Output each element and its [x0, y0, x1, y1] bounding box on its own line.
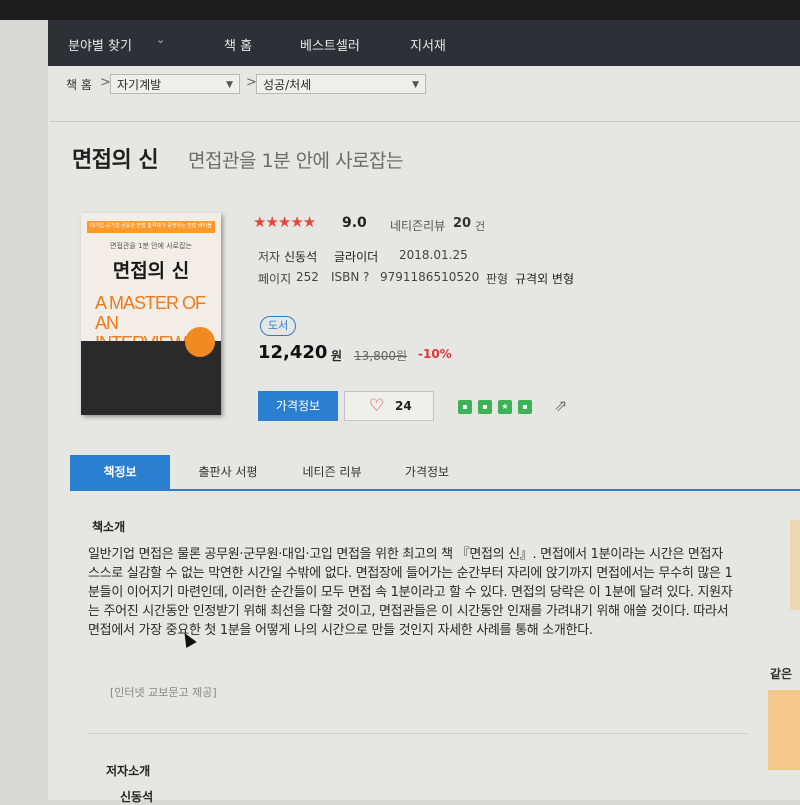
format-label: 판형 [486, 272, 509, 286]
share-bookmark-icon[interactable]: ★ [498, 400, 512, 414]
heart-icon: ♡ [369, 396, 385, 416]
breadcrumb-category-select[interactable]: 자기계발 ▼ [110, 74, 240, 94]
book-title: 면접의 신 [72, 148, 159, 173]
like-count: 24 [395, 399, 412, 413]
tab-publisher-review[interactable]: 출판사 서평 [188, 455, 268, 489]
nav-item-bestseller[interactable]: 베스트셀러 [300, 35, 360, 54]
pages-value: 252 [296, 270, 319, 284]
side-book-thumbnail[interactable] [768, 690, 800, 770]
category-finder-menu[interactable]: 분야별 찾기 [68, 35, 132, 54]
breadcrumb-home[interactable]: 책 홈 [66, 76, 92, 93]
book-detail-page: 책 홈 > 자기계발 ▼ > 성공/처세 ▼ 면접의 신 면접관을 1분 안에 … [48, 66, 800, 804]
share-icon[interactable]: ⇗ [554, 396, 567, 415]
author-section-title: 저자소개 [106, 764, 151, 778]
author-section-name: 신동석 [120, 790, 154, 804]
share-memo-icon[interactable]: ▪ [518, 400, 532, 414]
isbn-value: 9791186510520 [380, 270, 480, 284]
intro-body-text: 일반기업 면접은 물론 공무원·군무원·대입·고입 면접을 위한 최고의 책 『… [88, 547, 733, 638]
tab-price-info[interactable]: 가격정보 [392, 455, 462, 489]
price-info-button[interactable]: 가격정보 [258, 391, 338, 421]
dropdown-arrow-icon: ▼ [412, 80, 419, 90]
sale-price: 12,420 [258, 342, 328, 363]
publish-date: 2018.01.25 [399, 248, 468, 262]
nav-item-library[interactable]: 지서재 [410, 35, 446, 54]
cover-band-text: 대기업·공기업·금융권 면접 합격자가 증명하는 면접 바이블 [90, 223, 212, 229]
format-value: 규격외 변형 [515, 272, 575, 286]
breadcrumb-subcategory-select[interactable]: 성공/처세 ▼ [256, 74, 426, 94]
publisher-link[interactable]: 글라이더 [334, 248, 378, 265]
nav-item-book-home[interactable]: 책 홈 [224, 35, 252, 54]
share-line-icon[interactable]: ▪ [478, 400, 492, 414]
review-label[interactable]: 네티즌리뷰 [390, 217, 445, 234]
tab-netizen-review[interactable]: 네티즌 리뷰 [292, 455, 372, 489]
breadcrumb-subcategory-value: 성공/처세 [263, 78, 312, 92]
cover-small-title: 면접관을 1분 안에 사로잡는 [110, 242, 192, 250]
tab-book-info[interactable]: 책정보 [70, 455, 170, 489]
review-unit: 건 [475, 220, 486, 233]
cover-seal-badge [185, 327, 215, 357]
side-banner-image[interactable] [790, 520, 800, 610]
author-link[interactable]: 신동석 [284, 248, 317, 265]
detail-tabs: 책정보 출판사 서평 네티즌 리뷰 가격정보 [70, 455, 800, 491]
dropdown-arrow-icon: ▼ [226, 80, 233, 90]
like-button[interactable]: ♡ 24 [344, 391, 434, 421]
side-section-label: 같은 [770, 667, 793, 681]
monitor-bezel [0, 0, 800, 20]
chevron-down-icon[interactable]: ⌄ [156, 33, 165, 46]
divider [50, 121, 800, 122]
top-navigation: 분야별 찾기 ⌄ 책 홈 베스트셀러 지서재 [48, 20, 800, 66]
price-currency: 원 [331, 349, 343, 363]
book-subtitle: 면접관을 1분 안에 사로잡는 [188, 150, 404, 172]
share-band-icon[interactable]: ▪ [458, 400, 472, 414]
cover-big-title: 면접의 신 [112, 260, 190, 282]
review-count[interactable]: 20 [453, 216, 471, 231]
pages-label: 페이지 [258, 272, 292, 286]
book-type-badge: 도서 [260, 316, 297, 336]
intro-section-title: 책소개 [92, 520, 126, 534]
isbn-label: ISBN [331, 270, 360, 284]
author-label: 저자 [258, 250, 281, 264]
breadcrumb-category-value: 자기계발 [117, 78, 162, 92]
rating-stars-icon: ★★★★★ [253, 213, 316, 231]
discount-rate: -10% [418, 347, 452, 361]
original-price: 13,800원 [354, 349, 408, 363]
isbn-help-icon[interactable]: ? [363, 270, 369, 284]
divider [88, 733, 748, 734]
book-cover-image[interactable]: 대기업·공기업·금융권 면접 합격자가 증명하는 면접 바이블 면접관을 1분 … [81, 213, 221, 415]
rating-score: 9.0 [342, 215, 367, 231]
intro-source: [인터넷 교보문고 제공] [110, 686, 217, 699]
